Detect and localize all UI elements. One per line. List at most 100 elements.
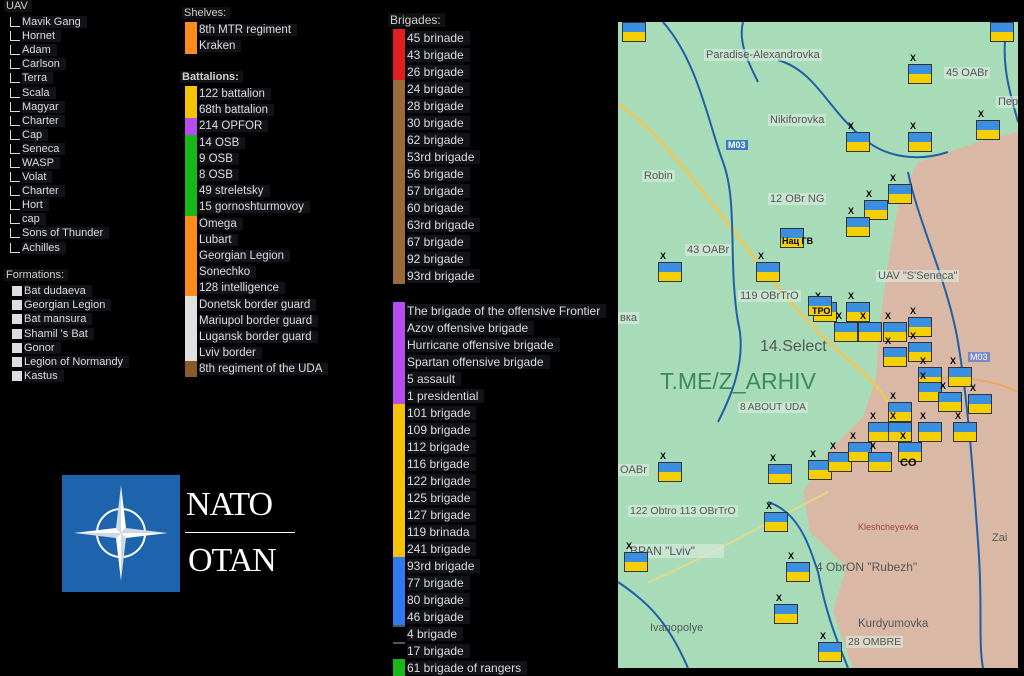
legend-item[interactable]: 92 brigade [393, 250, 480, 267]
legend-item[interactable]: Mariupol border guard [185, 312, 328, 329]
legend-item[interactable]: Donetsk border guard [185, 296, 328, 313]
unit-marker[interactable] [938, 392, 962, 412]
list-item[interactable]: Shamil 's Bat [0, 327, 129, 341]
list-item[interactable]: Gonor [0, 341, 129, 355]
list-item[interactable]: Kastus [0, 369, 129, 383]
checkbox[interactable] [10, 214, 20, 225]
legend-item[interactable]: 125 brigade [393, 489, 606, 506]
unit-marker[interactable] [918, 422, 942, 442]
unit-marker[interactable] [953, 422, 977, 442]
unit-marker[interactable] [658, 262, 682, 282]
legend-item[interactable]: Lubart [185, 231, 328, 248]
unit-marker[interactable] [786, 562, 810, 582]
legend-item[interactable]: 119 brinada [393, 523, 606, 540]
legend-item[interactable]: 8 OSB [185, 166, 328, 184]
list-item[interactable]: Bat dudaeva [0, 284, 129, 298]
list-item[interactable]: Magyar [10, 100, 109, 114]
legend-item[interactable]: 53rd brigade [393, 148, 481, 165]
legend-item[interactable]: 28 brigade [393, 97, 480, 114]
legend-item[interactable]: 67 brigade [393, 233, 480, 250]
list-item[interactable]: Hornet [10, 29, 109, 43]
checkbox[interactable] [10, 115, 20, 126]
legend-item[interactable]: 8th MTR regiment [185, 22, 298, 39]
legend-item[interactable]: 214 OPFOR [185, 118, 328, 135]
list-item[interactable]: Carlson [10, 57, 109, 71]
unit-marker[interactable] [883, 347, 907, 367]
checkbox[interactable] [10, 242, 20, 253]
unit-marker[interactable] [868, 452, 892, 472]
checkbox[interactable] [10, 59, 20, 70]
unit-marker[interactable] [888, 184, 912, 204]
list-item[interactable]: Charter [10, 184, 109, 198]
legend-item[interactable]: Georgian Legion [185, 247, 328, 265]
legend-item[interactable]: 116 brigade [393, 455, 606, 472]
legend-item[interactable]: 43 brigade [393, 46, 480, 63]
checkbox[interactable] [12, 371, 22, 382]
legend-item[interactable]: The brigade of the offensive Frontier [393, 302, 607, 319]
legend-item[interactable]: 122 battalion [185, 86, 328, 103]
legend-item[interactable]: 101 brigade [393, 404, 606, 421]
legend-item[interactable]: 30 brigade [393, 114, 480, 131]
unit-marker[interactable] [968, 394, 992, 414]
legend-item[interactable]: 68th battalion [185, 102, 328, 119]
list-item[interactable]: WASP [10, 156, 109, 170]
legend-item[interactable]: 93rd brigade [393, 557, 606, 574]
legend-item[interactable]: 61 brigade of rangers [393, 659, 606, 676]
legend-item[interactable]: Spartan offensive brigade [393, 353, 606, 370]
list-item[interactable]: Achilles [10, 241, 109, 255]
legend-item[interactable]: 56 brigade [393, 165, 480, 182]
unit-marker[interactable] [948, 367, 972, 387]
legend-item[interactable]: Lviv border [185, 345, 328, 362]
legend-item[interactable]: 49 streletsky [185, 183, 328, 200]
legend-item[interactable]: 80 brigade [393, 591, 606, 608]
list-item[interactable]: Hort [10, 198, 109, 212]
unit-marker[interactable] [756, 262, 780, 282]
unit-marker[interactable] [846, 217, 870, 237]
checkbox[interactable] [12, 357, 22, 368]
legend-item[interactable]: 45 brinade [393, 29, 480, 46]
legend-item[interactable]: 109 brigade [393, 421, 606, 438]
unit-marker[interactable] [834, 322, 858, 342]
checkbox[interactable] [12, 300, 22, 311]
unit-marker[interactable] [818, 642, 842, 662]
legend-item[interactable]: 122 brigade [393, 472, 606, 489]
checkbox[interactable] [12, 328, 22, 339]
legend-item[interactable]: 1 presidential [393, 387, 606, 404]
list-item[interactable]: Seneca [10, 142, 109, 156]
legend-item[interactable]: 9 OSB [185, 150, 328, 167]
unit-marker[interactable] [658, 462, 682, 482]
unit-marker[interactable] [774, 604, 798, 624]
list-item[interactable]: cap [10, 212, 109, 226]
map-view[interactable]: Paradise-Alexandrovka 45 OABr Пер Nikifo… [618, 22, 1018, 668]
unit-marker[interactable] [764, 512, 788, 532]
unit-marker[interactable] [908, 64, 932, 84]
checkbox[interactable] [10, 31, 20, 42]
legend-item[interactable]: 57 brigade [393, 182, 480, 199]
legend-item[interactable]: Azov offensive brigade [393, 319, 606, 336]
checkbox[interactable] [10, 45, 20, 56]
legend-item[interactable]: 14 OSB [185, 134, 328, 151]
unit-marker[interactable] [846, 302, 870, 322]
checkbox[interactable] [10, 17, 20, 28]
checkbox[interactable] [10, 143, 20, 154]
unit-marker[interactable] [768, 464, 792, 484]
checkbox[interactable] [10, 157, 20, 168]
checkbox[interactable] [12, 314, 22, 325]
list-item[interactable]: Charter [10, 114, 109, 128]
list-item[interactable]: Georgian Legion [0, 298, 129, 312]
list-item[interactable]: Sons of Thunder [10, 226, 110, 240]
legend-item[interactable]: 15 gornoshturmovoy [185, 199, 328, 216]
list-item[interactable]: Legion of Normandy [0, 355, 130, 369]
checkbox[interactable] [10, 101, 20, 112]
unit-marker[interactable] [622, 22, 646, 42]
checkbox[interactable] [10, 87, 20, 98]
legend-item[interactable]: 241 brigade [393, 540, 606, 557]
legend-item[interactable]: Kraken [185, 38, 297, 55]
legend-item[interactable]: 17 brigade [393, 642, 606, 659]
list-item[interactable]: Adam [10, 43, 109, 57]
legend-item[interactable]: 62 brigade [393, 131, 480, 148]
unit-marker[interactable] [990, 22, 1014, 42]
checkbox[interactable] [10, 172, 20, 183]
legend-item[interactable]: 46 brigade [393, 608, 606, 625]
unit-marker[interactable] [624, 552, 648, 572]
